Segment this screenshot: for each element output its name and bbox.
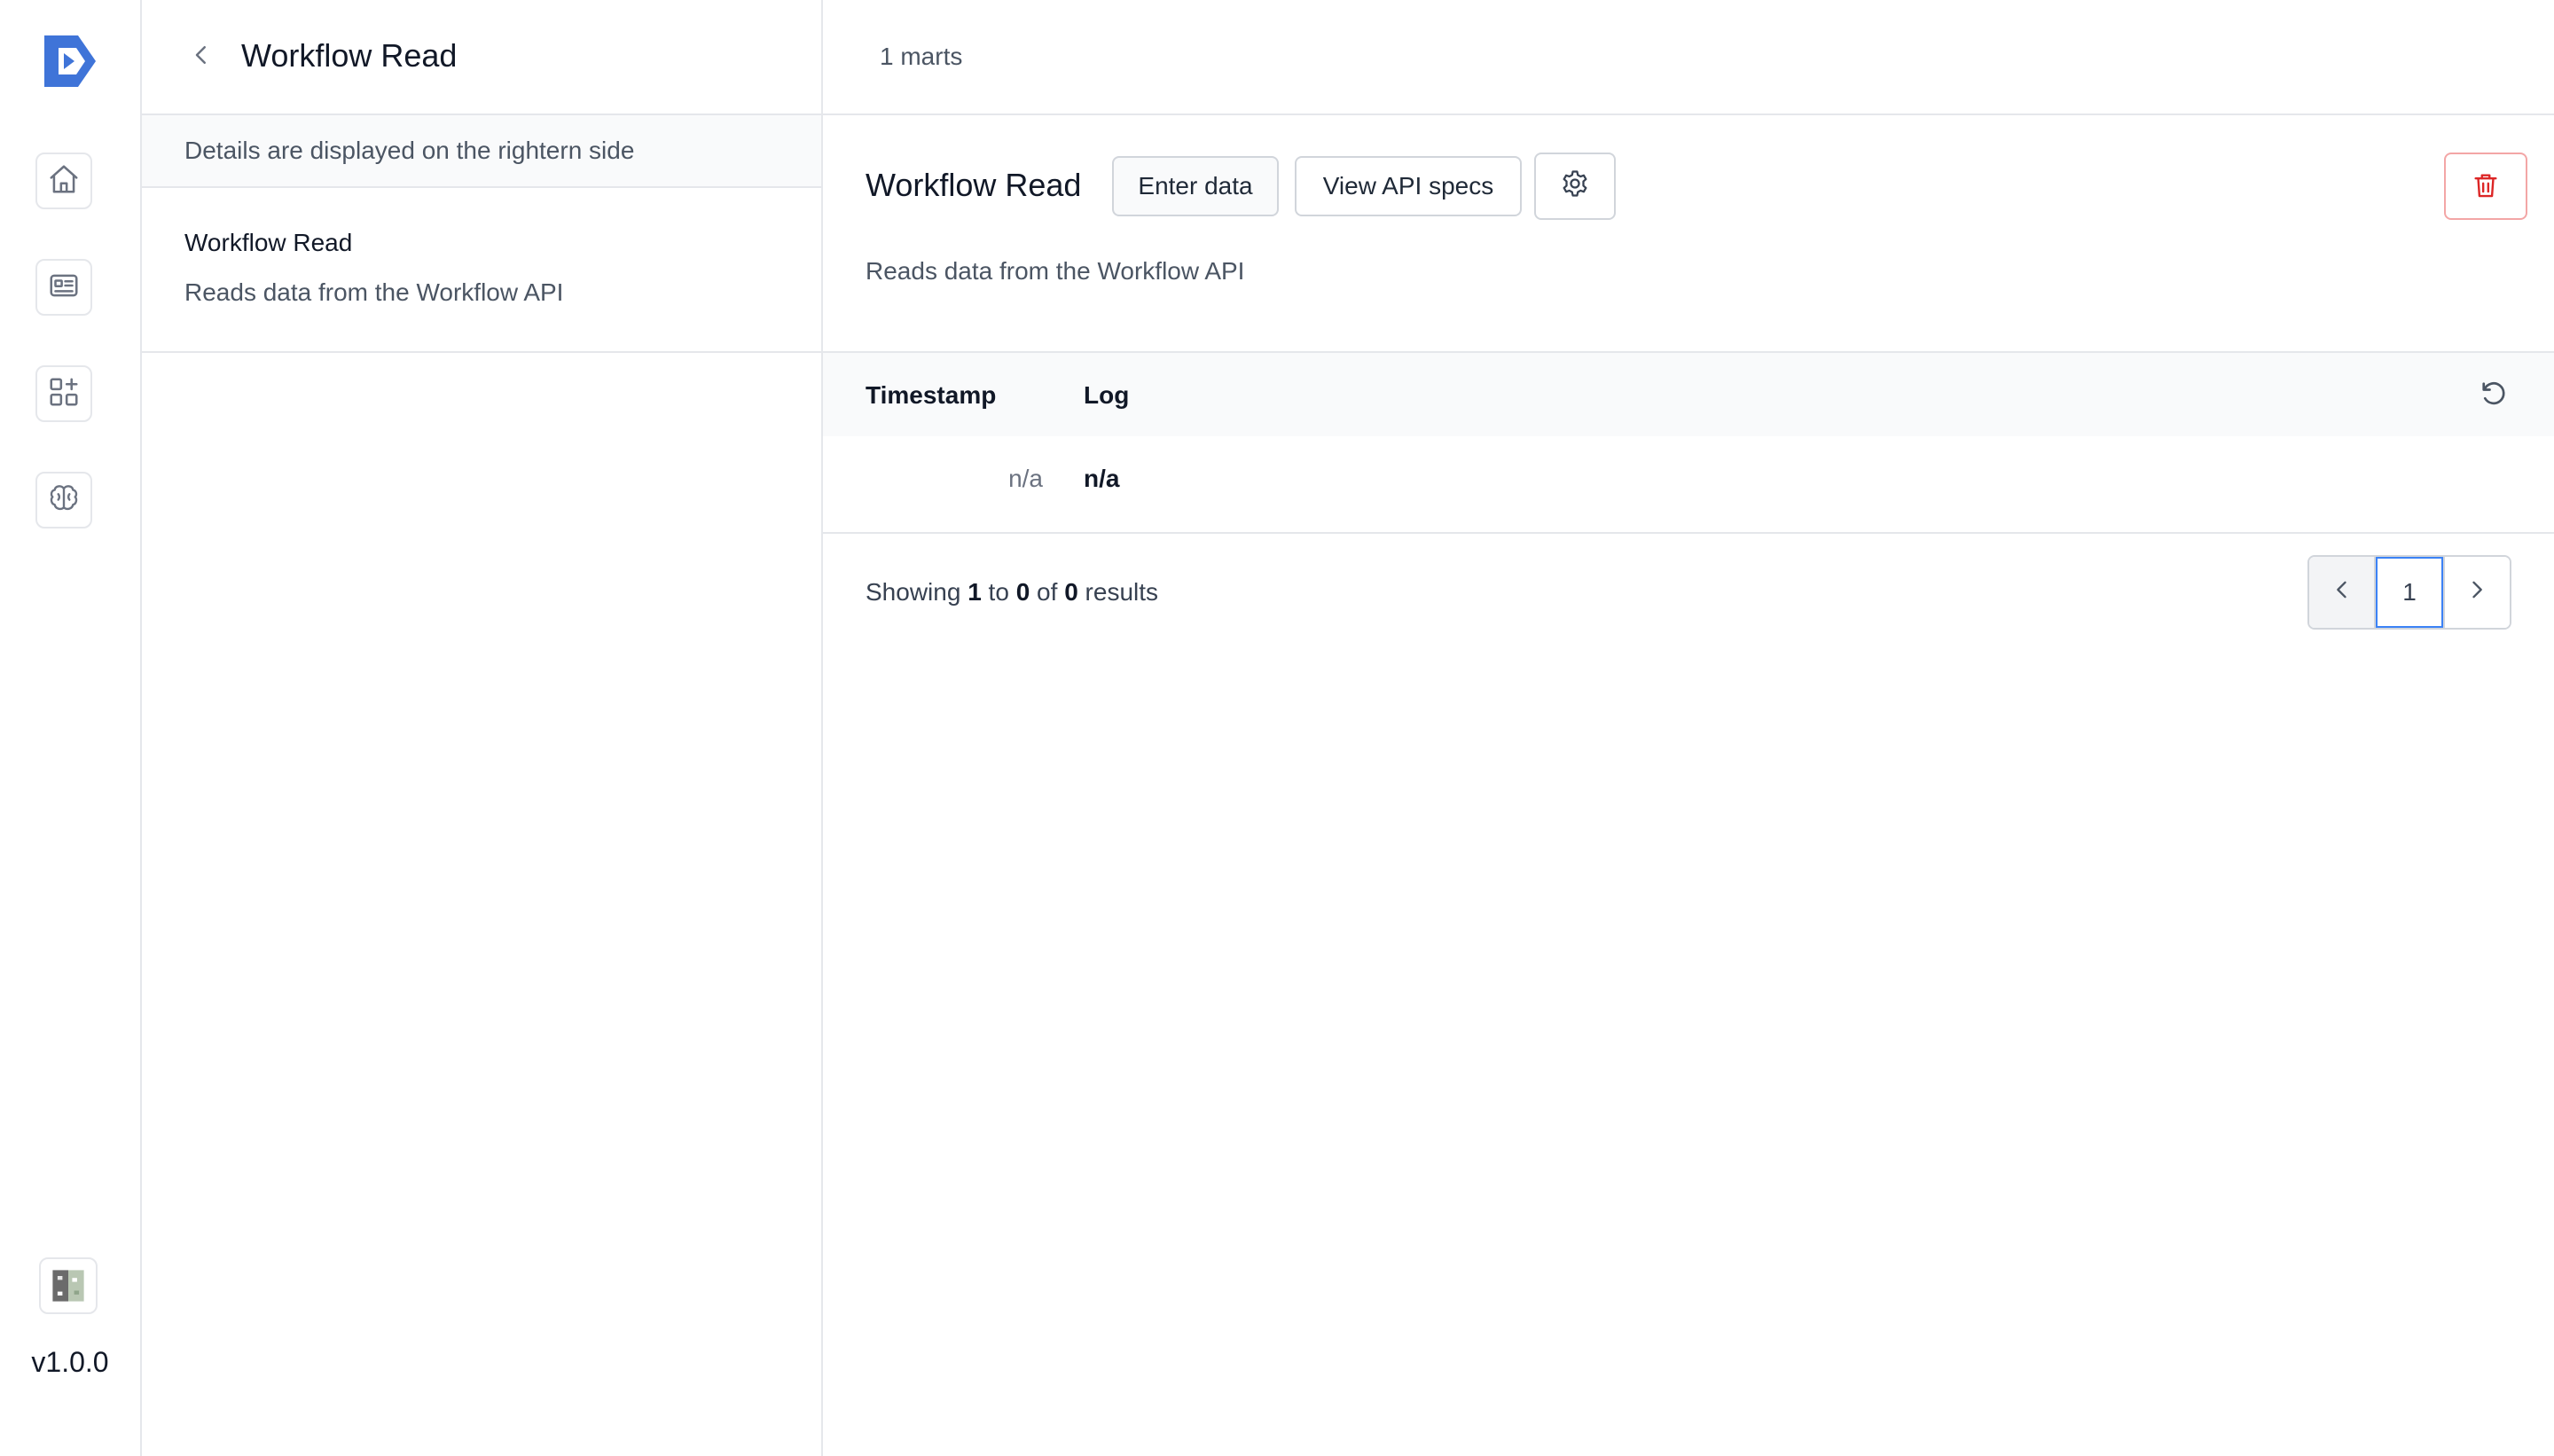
rail-ai-button[interactable] xyxy=(35,472,92,528)
gear-icon xyxy=(1560,168,1590,205)
brain-icon xyxy=(47,481,81,520)
view-api-specs-button[interactable]: View API specs xyxy=(1295,156,1522,216)
mart-list-header: Workflow Read xyxy=(142,0,821,115)
back-button[interactable] xyxy=(188,41,215,73)
left-rail: v1.0.0 xyxy=(0,0,142,1456)
pagination: 1 xyxy=(2307,555,2511,630)
prev-page-button[interactable] xyxy=(2309,557,2377,628)
results-from: 1 xyxy=(968,578,982,606)
chevron-left-icon xyxy=(2330,577,2354,608)
column-header-log: Log xyxy=(1084,381,1130,409)
id-card-icon xyxy=(47,269,81,307)
mart-item-title: Workflow Read xyxy=(184,229,353,256)
trash-icon xyxy=(2471,170,2501,203)
home-icon xyxy=(47,162,81,200)
table-row: n/a n/a xyxy=(823,436,2554,534)
detail-description: Reads data from the Workflow API xyxy=(866,257,1245,285)
logs-table-header: Timestamp Log xyxy=(823,351,2554,436)
rail-home-button[interactable] xyxy=(35,153,92,209)
marts-count: 1 marts xyxy=(880,43,963,70)
column-header-timestamp: Timestamp xyxy=(866,381,997,409)
chevron-right-icon xyxy=(2464,577,2489,608)
results-of-word: of xyxy=(1037,578,1058,606)
next-page-button[interactable] xyxy=(2442,557,2510,628)
results-prefix: Showing xyxy=(866,578,961,606)
results-suffix: results xyxy=(1085,578,1159,606)
app: v1.0.0 Workflow Read Details are display… xyxy=(0,0,2554,1456)
detail-title: Workflow Read xyxy=(866,167,1082,203)
panel-info-text: Details are displayed on the rightern si… xyxy=(142,115,821,188)
results-total: 0 xyxy=(1064,578,1078,606)
results-summary: Showing 1 to 0 of 0 results xyxy=(866,578,1158,607)
settings-button[interactable] xyxy=(1534,153,1616,220)
page-button-current[interactable]: 1 xyxy=(2376,557,2443,628)
delete-button[interactable] xyxy=(2444,153,2527,220)
chevron-left-icon xyxy=(188,42,215,73)
enter-data-button[interactable]: Enter data xyxy=(1112,156,1279,216)
apps-add-icon xyxy=(47,375,81,413)
results-to-word: to xyxy=(988,578,1009,606)
user-avatar[interactable] xyxy=(39,1257,98,1314)
mart-list-panel: Workflow Read Details are displayed on t… xyxy=(142,0,823,1456)
rail-cards-button[interactable] xyxy=(35,259,92,316)
mart-detail: 1 marts Workflow Read Enter data View AP… xyxy=(823,0,2554,1456)
mart-list-item[interactable]: Workflow Read Reads data from the Workfl… xyxy=(142,188,821,353)
mart-item-description: Reads data from the Workflow API xyxy=(184,278,564,306)
rail-apps-button[interactable] xyxy=(35,365,92,422)
app-version: v1.0.0 xyxy=(31,1346,109,1378)
app-logo-icon[interactable] xyxy=(39,32,101,90)
panel-title: Workflow Read xyxy=(241,37,458,74)
results-to: 0 xyxy=(1015,578,1030,606)
cell-timestamp: n/a xyxy=(1008,465,1043,492)
refresh-button[interactable] xyxy=(2474,376,2513,415)
main-topbar: 1 marts xyxy=(823,0,2554,115)
refresh-icon xyxy=(2478,378,2510,414)
cell-log: n/a xyxy=(1084,465,1120,492)
